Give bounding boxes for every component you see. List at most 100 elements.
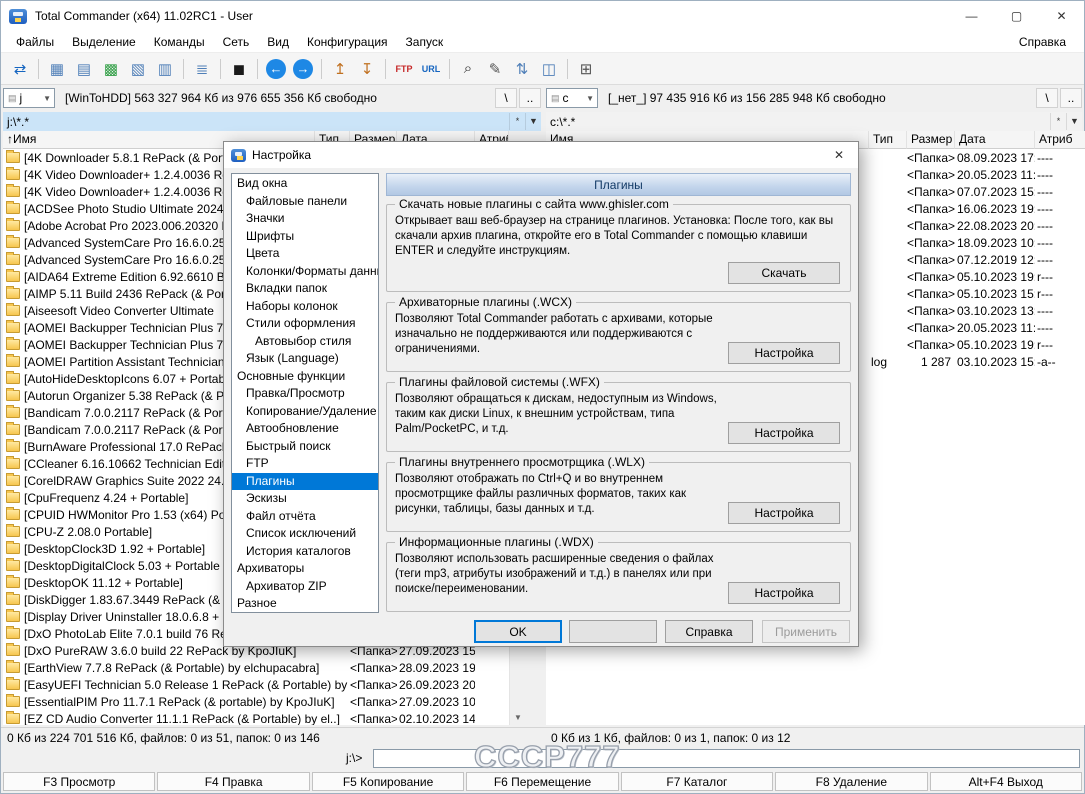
tree-item[interactable]: Плагины [232, 473, 378, 491]
full-view-icon[interactable]: ▤ [71, 56, 97, 82]
left-path-bar[interactable]: j:\*.* * ▼ [3, 112, 541, 131]
function-key-button[interactable]: F5 Копирование [312, 772, 464, 791]
tree-item[interactable]: Архиваторы [232, 560, 378, 578]
unpack-files-icon[interactable]: ↧ [354, 56, 380, 82]
tree-item[interactable]: Быстрый поиск [232, 438, 378, 456]
history-dropdown-icon[interactable]: ▼ [525, 113, 541, 130]
calculator-icon[interactable]: ⊞ [573, 56, 599, 82]
section-button[interactable]: Скачать [728, 262, 840, 284]
tree-item[interactable]: Правка/Просмотр [232, 385, 378, 403]
section-text: Позволяют Total Commander работать с арх… [387, 303, 727, 357]
select-files-button[interactable]: * [1050, 113, 1066, 130]
tree-item[interactable]: Значки [232, 210, 378, 228]
close-button[interactable]: ✕ [1039, 1, 1084, 31]
sync-dirs-icon[interactable]: ⇅ [509, 56, 535, 82]
back-icon[interactable]: ← [266, 59, 286, 79]
tree-item[interactable]: Файл отчёта [232, 508, 378, 526]
compare-icon[interactable]: ◫ [536, 56, 562, 82]
menu-item[interactable]: Файлы [7, 31, 63, 53]
section-title: Информационные плагины (.WDX) [395, 535, 598, 549]
function-key-button[interactable]: F4 Правка [157, 772, 309, 791]
file-size: <Папка> [350, 661, 397, 675]
menu-item[interactable]: Вид [258, 31, 298, 53]
tree-item[interactable]: Эскизы [232, 490, 378, 508]
file-row[interactable]: [EarthView 7.7.8 RePack (& Portable) by … [3, 659, 509, 676]
pack-files-icon[interactable]: ↥ [327, 56, 353, 82]
multi-rename-icon[interactable]: ✎ [482, 56, 508, 82]
tree-item[interactable]: Вкладки папок [232, 280, 378, 298]
tree-item[interactable]: Архиватор ZIP [232, 578, 378, 596]
dialog-close-icon[interactable]: ✕ [820, 142, 858, 168]
tree-panel-icon[interactable]: ▧ [125, 56, 151, 82]
function-key-button[interactable]: F8 Удаление [775, 772, 927, 791]
search-icon[interactable]: ⌕ [455, 56, 481, 82]
section-button[interactable]: Настройка [728, 342, 840, 364]
section-title: Архиваторные плагины (.WCX) [395, 295, 576, 309]
column-header[interactable]: Размер [907, 131, 955, 149]
tree-item[interactable]: Колонки/Форматы данных [232, 263, 378, 281]
menu-item-help[interactable]: Справка [1007, 31, 1078, 53]
chevron-down-icon: ▼ [586, 94, 594, 103]
section-button[interactable]: Настройка [728, 422, 840, 444]
right-drive-select[interactable]: ▤ c ▼ [546, 88, 598, 108]
forward-icon[interactable]: → [293, 59, 313, 79]
column-header[interactable]: Тип [869, 131, 907, 149]
select-files-button[interactable]: * [509, 113, 525, 130]
history-dropdown-icon[interactable]: ▼ [1066, 113, 1082, 130]
right-root-button[interactable]: \ [1036, 88, 1058, 108]
tree-item[interactable]: Разное [232, 595, 378, 613]
tree-item[interactable]: Основные функции [232, 368, 378, 386]
tree-item[interactable]: Автовыбор стиля [232, 333, 378, 351]
tree-item[interactable]: Копирование/Удаление [232, 403, 378, 421]
menu-item[interactable]: Конфигурация [298, 31, 397, 53]
quick-view-icon[interactable]: ▥ [152, 56, 178, 82]
swap-panels-icon[interactable]: ⇄ [7, 56, 33, 82]
tree-item[interactable]: Стили оформления [232, 315, 378, 333]
right-parent-button[interactable]: .. [1060, 88, 1082, 108]
file-size: <Папка> [350, 695, 397, 709]
tree-item[interactable]: Автообновление [232, 420, 378, 438]
function-key-button[interactable]: F3 Просмотр [3, 772, 155, 791]
right-path-bar[interactable]: c:\*.* * ▼ [546, 112, 1082, 131]
section-button[interactable]: Настройка [728, 502, 840, 524]
file-row[interactable]: [EasyUEFI Technician 5.0 Release 1 RePac… [3, 676, 509, 693]
tree-item[interactable]: FTP [232, 455, 378, 473]
left-parent-button[interactable]: .. [519, 88, 541, 108]
tree-item[interactable]: Файловые панели [232, 193, 378, 211]
folder-icon [6, 152, 20, 163]
menu-item[interactable]: Запуск [397, 31, 453, 53]
file-size: <Папка> [907, 270, 955, 284]
apply-button[interactable]: Применить [762, 620, 850, 643]
help-button[interactable]: Справка [665, 620, 753, 643]
dos-prompt-icon[interactable]: ◼ [226, 56, 252, 82]
column-header[interactable]: Атриб [1035, 131, 1085, 149]
directory-tree-icon[interactable]: ≣ [189, 56, 215, 82]
menu-item[interactable]: Сеть [214, 31, 259, 53]
tree-item[interactable]: Список исключений [232, 525, 378, 543]
tree-item[interactable]: Наборы колонок [232, 298, 378, 316]
menu-item[interactable]: Команды [145, 31, 214, 53]
scroll-down-icon[interactable]: ▼ [510, 709, 526, 725]
column-header[interactable]: Дата [955, 131, 1035, 149]
cancel-button[interactable] [569, 620, 657, 643]
brief-view-icon[interactable]: ▦ [44, 56, 70, 82]
left-drive-select[interactable]: ▤ j ▼ [3, 88, 55, 108]
minimize-button[interactable]: — [949, 1, 994, 31]
ftp-url-icon[interactable]: URL [418, 56, 444, 82]
section-button[interactable]: Настройка [728, 582, 840, 604]
left-root-button[interactable]: \ [495, 88, 517, 108]
tree-item[interactable]: Вид окна [232, 175, 378, 193]
ftp-connect-icon[interactable]: FTP [391, 56, 417, 82]
function-key-button[interactable]: F7 Каталог [621, 772, 773, 791]
thumbnails-view-icon[interactable]: ▩ [98, 56, 124, 82]
ok-button[interactable]: OK [474, 620, 562, 643]
tree-item[interactable]: Шрифты [232, 228, 378, 246]
tree-item[interactable]: Цвета [232, 245, 378, 263]
tree-item[interactable]: Язык (Language) [232, 350, 378, 368]
file-row[interactable]: [EZ CD Audio Converter 11.1.1 RePack (& … [3, 710, 509, 725]
function-key-button[interactable]: Alt+F4 Выход [930, 772, 1082, 791]
file-row[interactable]: [EssentialPIM Pro 11.7.1 RePack (& porta… [3, 693, 509, 710]
tree-item[interactable]: История каталогов [232, 543, 378, 561]
maximize-button[interactable]: ▢ [994, 1, 1039, 31]
menu-item[interactable]: Выделение [63, 31, 145, 53]
